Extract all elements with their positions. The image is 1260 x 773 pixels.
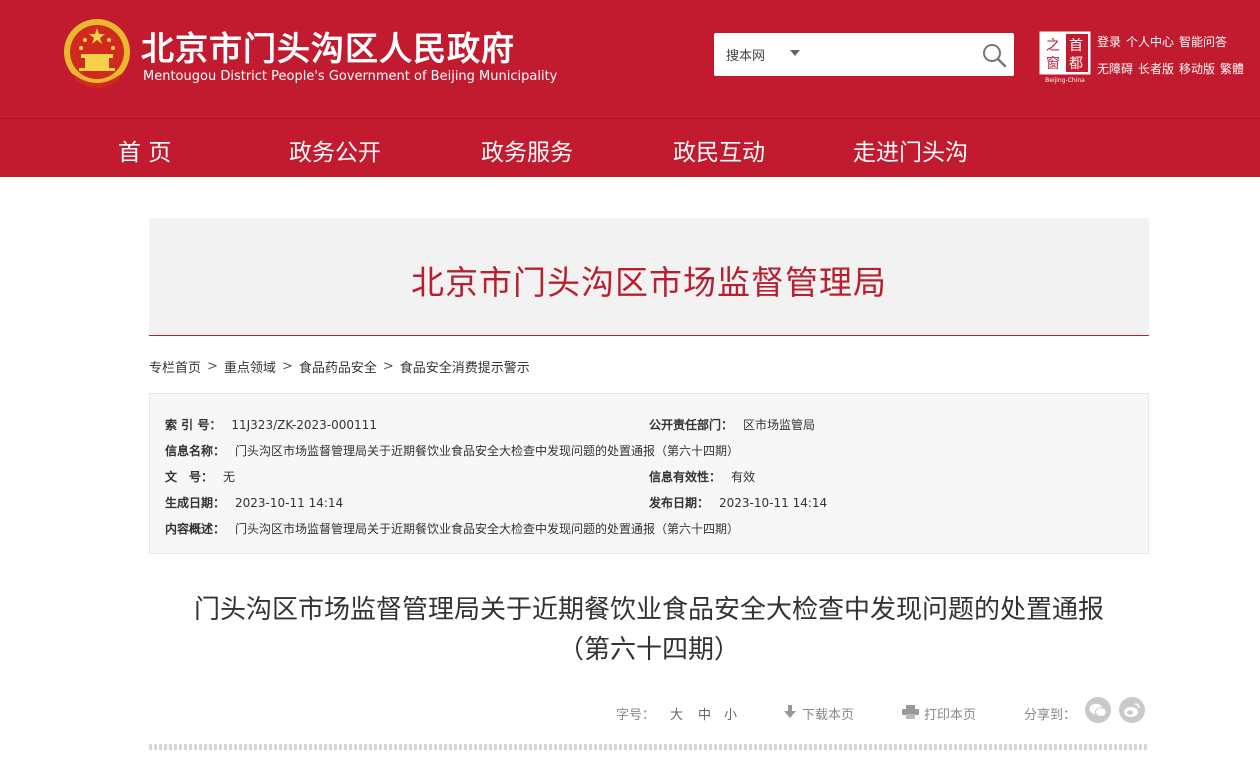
top-links: 登录 个人中心 智能问答 无障碍 长者版 移动版 繁體 <box>1097 33 1244 77</box>
capital-window-logo[interactable]: 之 首 窗 都 Beijing-China <box>1038 30 1092 84</box>
personal-center-link[interactable]: 个人中心 <box>1126 33 1174 50</box>
weibo-icon[interactable] <box>1119 697 1145 723</box>
font-size-large-button[interactable]: 大 <box>670 704 683 723</box>
national-emblem-icon[interactable] <box>63 18 131 90</box>
download-button[interactable]: 下载本页 <box>802 704 854 723</box>
capital-logo-caption: Beijing-China <box>1045 77 1085 84</box>
info-validity-row: 信息有效性： 有效 <box>649 468 755 485</box>
info-dept-row: 公开责任部门： 区市场监管局 <box>649 416 815 433</box>
nav-item-gov-affairs[interactable]: 政务公开 <box>289 133 381 167</box>
search-icon[interactable] <box>980 41 1008 69</box>
nav-item-home[interactable]: 首 页 <box>118 133 171 167</box>
site-header: 北京市门头沟区人民政府 Mentougou District People's … <box>0 0 1260 118</box>
accessibility-link[interactable]: 无障碍 <box>1097 60 1133 77</box>
main-nav: 首 页 政务公开 政务服务 政民互动 走进门头沟 <box>0 118 1260 177</box>
nav-item-about[interactable]: 走进门头沟 <box>853 133 968 167</box>
info-published-row: 发布日期： 2023-10-11 14:14 <box>649 494 827 511</box>
info-doc-row: 文 号： 无 <box>165 468 235 485</box>
info-created-row: 生成日期： 2023-10-11 14:14 <box>165 494 343 511</box>
info-label: 生成日期： <box>165 496 226 510</box>
info-value: 2023-10-11 14:14 <box>719 496 828 510</box>
info-label: 索 引 号： <box>165 418 222 432</box>
capital-logo-char: 首 <box>1069 38 1083 54</box>
elder-mode-link[interactable]: 长者版 <box>1138 60 1174 77</box>
info-value: 区市场监管局 <box>743 418 816 432</box>
department-name[interactable]: 北京市门头沟区市场监督管理局 <box>149 256 1149 304</box>
article-title-line: （第六十四期） <box>557 635 740 665</box>
breadcrumb-item[interactable]: 食品安全消费提示警示 <box>400 357 530 376</box>
department-banner: 北京市门头沟区市场监督管理局 <box>149 218 1149 336</box>
breadcrumb-item[interactable]: 食品药品安全 <box>299 357 377 376</box>
info-value: 门头沟区市场监督管理局关于近期餐饮业食品安全大检查中发现问题的处置通报（第六十四… <box>235 444 740 458</box>
article-title: 门头沟区市场监督管理局关于近期餐饮业食品安全大检查中发现问题的处置通报 （第六十… <box>149 590 1149 670</box>
article-title-line: 门头沟区市场监督管理局关于近期餐饮业食品安全大检查中发现问题的处置通报 <box>193 595 1104 625</box>
search-input[interactable] <box>810 41 970 68</box>
search-scope-select[interactable]: 搜本网 <box>726 45 765 64</box>
font-size-label: 字号： <box>616 708 656 723</box>
capital-logo-char: 窗 <box>1046 55 1060 72</box>
article-tools: 字号： 大 中 小 下载本页 打印本页 分享到： <box>149 697 1149 725</box>
search-box: 搜本网 <box>714 33 1014 76</box>
wechat-icon[interactable] <box>1085 697 1111 723</box>
font-size-medium-button[interactable]: 中 <box>698 704 711 723</box>
info-summary-row: 内容概述： 门头沟区市场监督管理局关于近期餐饮业食品安全大检查中发现问题的处置通报… <box>165 520 739 537</box>
info-name-row: 信息名称： 门头沟区市场监督管理局关于近期餐饮业食品安全大检查中发现问题的处置通报… <box>165 442 739 459</box>
login-link[interactable]: 登录 <box>1097 33 1121 50</box>
info-value: 2023-10-11 14:14 <box>235 496 344 510</box>
site-subtitle: Mentougou District People's Government o… <box>143 69 558 84</box>
breadcrumb-separator: > <box>207 359 218 374</box>
nav-item-gov-services[interactable]: 政务服务 <box>481 133 573 167</box>
document-info-table: 索 引 号： 11J323/ZK-2023-000111 公开责任部门： 区市场监管… <box>149 393 1149 554</box>
info-label: 内容概述： <box>165 522 226 536</box>
info-label: 文 号： <box>165 470 214 484</box>
breadcrumb: 专栏首页 > 重点领域 > 食品药品安全 > 食品安全消费提示警示 <box>149 357 530 376</box>
nav-item-interaction[interactable]: 政民互动 <box>673 133 765 167</box>
info-value: 门头沟区市场监督管理局关于近期餐饮业食品安全大检查中发现问题的处置通报（第六十四… <box>235 522 740 536</box>
capital-logo-char: 都 <box>1069 56 1083 72</box>
print-icon[interactable] <box>902 705 919 719</box>
info-value: 无 <box>223 470 236 484</box>
font-size-small-button[interactable]: 小 <box>724 704 737 723</box>
breadcrumb-item[interactable]: 重点领域 <box>224 357 276 376</box>
mobile-version-link[interactable]: 移动版 <box>1179 60 1215 77</box>
download-icon[interactable] <box>783 705 797 719</box>
info-label: 信息有效性： <box>649 470 722 484</box>
info-value: 11J323/ZK-2023-000111 <box>231 418 377 432</box>
breadcrumb-item[interactable]: 专栏首页 <box>149 357 201 376</box>
capital-logo-char: 之 <box>1046 38 1060 54</box>
smart-qa-link[interactable]: 智能问答 <box>1179 33 1227 50</box>
chevron-down-icon[interactable] <box>790 50 800 56</box>
info-label: 公开责任部门： <box>649 418 734 432</box>
traditional-chinese-link[interactable]: 繁體 <box>1220 60 1244 77</box>
divider <box>149 744 1149 750</box>
info-value: 有效 <box>731 470 756 484</box>
site-title[interactable]: 北京市门头沟区人民政府 <box>141 22 515 70</box>
breadcrumb-separator: > <box>281 359 293 374</box>
info-label: 信息名称： <box>165 444 226 458</box>
breadcrumb-separator: > <box>382 359 394 374</box>
info-index-row: 索 引 号： 11J323/ZK-2023-000111 <box>165 416 377 433</box>
capital-logo-icon: 之 首 窗 都 Beijing-China <box>1038 30 1092 84</box>
info-label: 发布日期： <box>649 496 710 510</box>
share-label: 分享到： <box>1024 708 1077 723</box>
print-button[interactable]: 打印本页 <box>924 704 976 723</box>
